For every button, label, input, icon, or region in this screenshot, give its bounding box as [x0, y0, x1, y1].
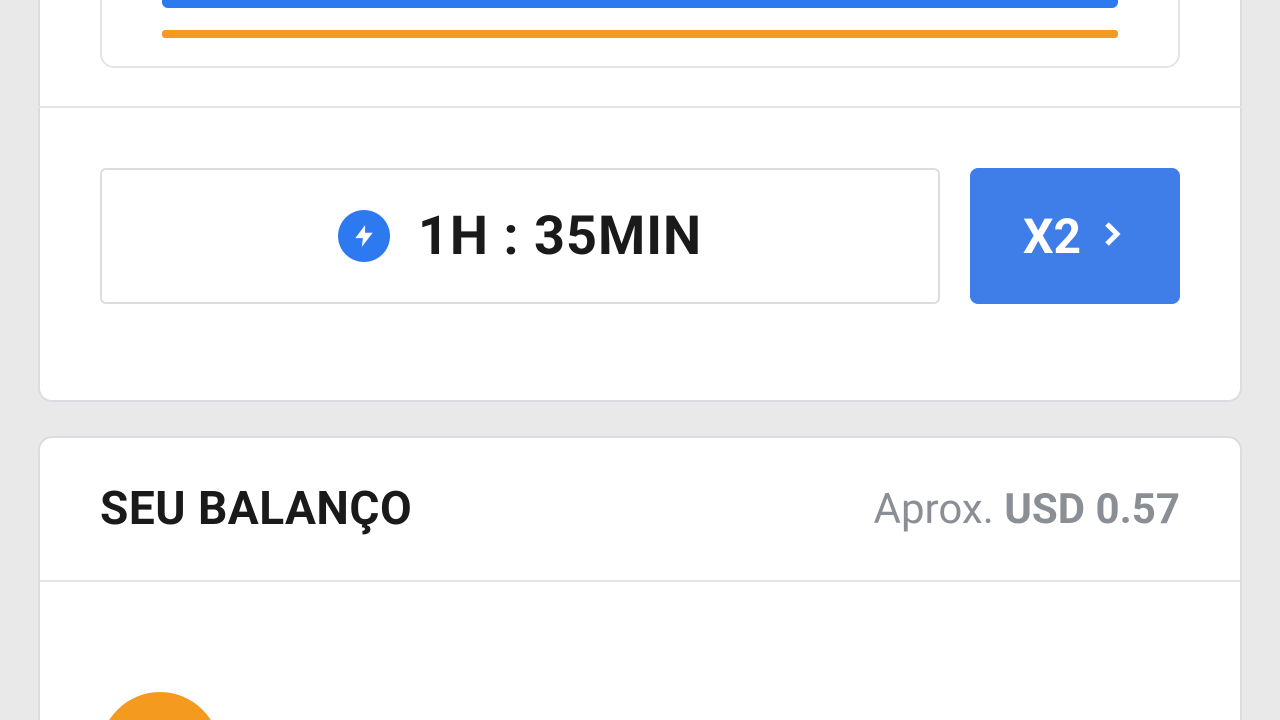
boost-row: 1H : 35MIN X2 [40, 108, 1240, 364]
boost-timer-text: 1H : 35MIN [418, 205, 702, 268]
balance-approx: Aprox. USD 0.57 [874, 485, 1180, 534]
boost-multiplier-label: X2 [1023, 208, 1081, 265]
chevron-right-icon [1097, 219, 1127, 253]
boost-timer-box: 1H : 35MIN [100, 168, 940, 304]
balance-card: SEU BALANÇO Aprox. USD 0.57 [38, 436, 1242, 720]
balance-approx-value: 0.57 [1096, 485, 1180, 534]
progress-bar-orange [162, 30, 1118, 38]
balance-approx-currency: USD [1004, 485, 1085, 534]
progress-bar-blue [162, 0, 1118, 8]
bolt-icon [338, 210, 390, 262]
balance-header: SEU BALANÇO Aprox. USD 0.57 [40, 438, 1240, 582]
balance-title: SEU BALANÇO [100, 482, 412, 536]
boost-multiplier-button[interactable]: X2 [970, 168, 1180, 304]
balance-body [40, 582, 1240, 720]
progress-box [100, 0, 1180, 68]
bitcoin-icon [100, 692, 220, 720]
balance-approx-prefix: Aprox. [874, 485, 994, 534]
mining-card: 1H : 35MIN X2 [38, 0, 1242, 402]
page-root: 1H : 35MIN X2 SEU BALANÇO Aprox. USD 0.5… [0, 0, 1280, 720]
